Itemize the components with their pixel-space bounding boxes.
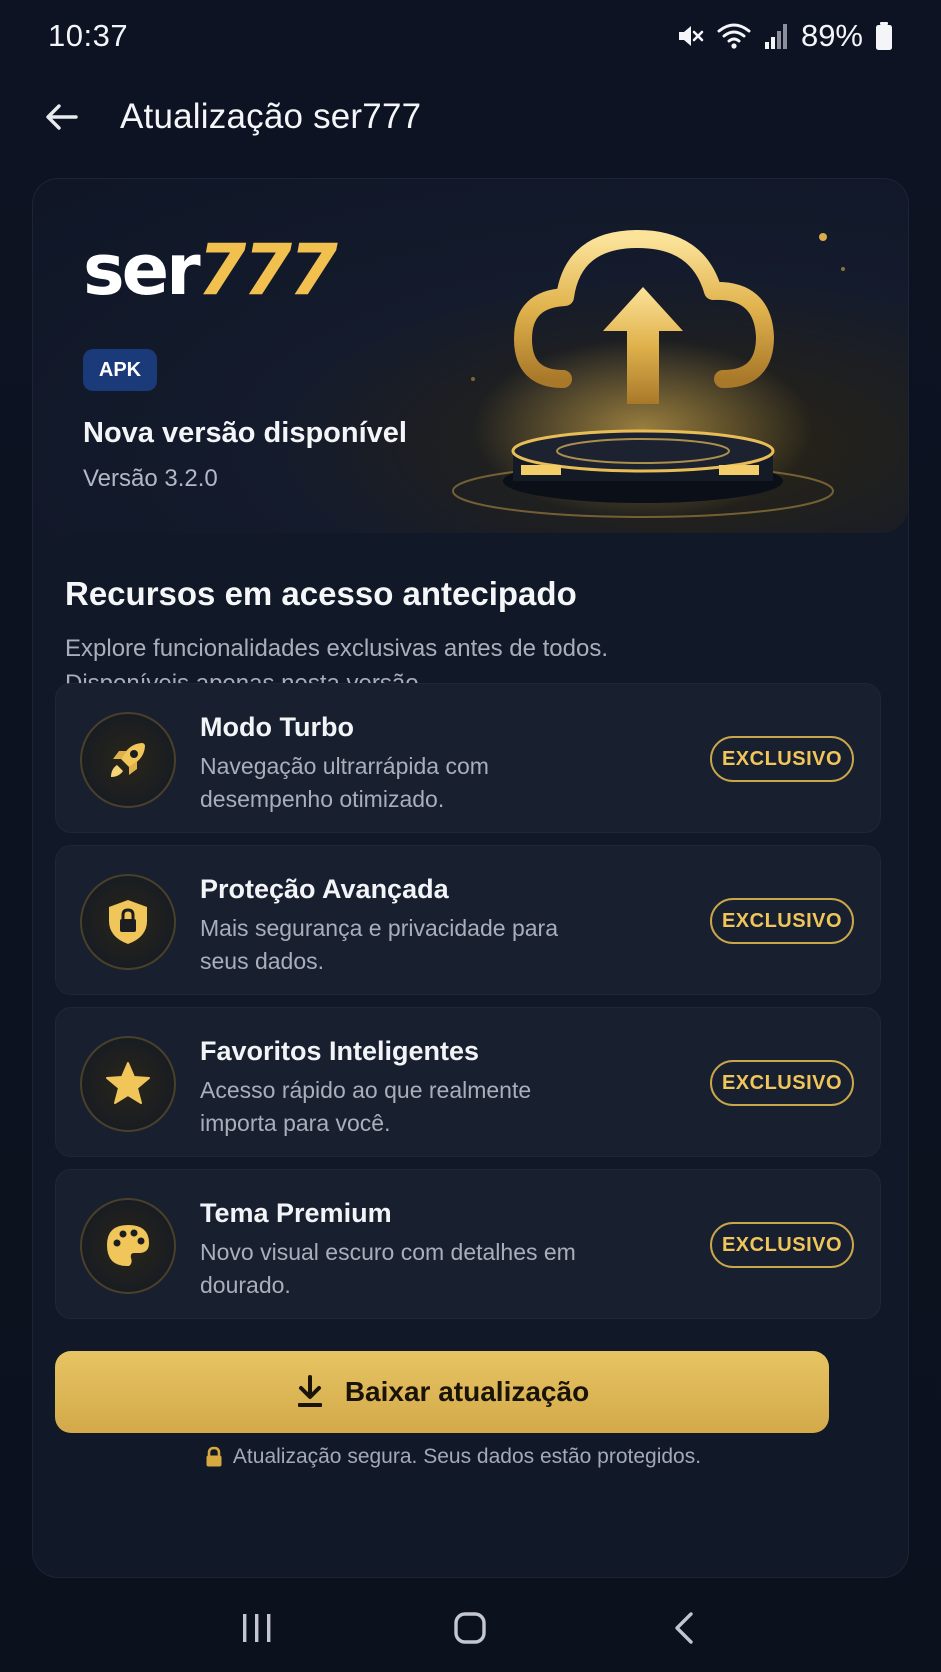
- brand-logo-number: 777: [197, 229, 338, 311]
- page-title: Atualização ser777: [120, 97, 422, 136]
- nav-back-button[interactable]: [654, 1598, 714, 1658]
- palette-icon: [80, 1198, 176, 1294]
- wifi-icon: [717, 21, 751, 51]
- exclusive-badge: EXCLUSIVO: [710, 736, 854, 782]
- update-screen: 10:37 89% Atualização ser777 ser777 APK …: [0, 0, 941, 1672]
- exclusive-badge: EXCLUSIVO: [710, 1060, 854, 1106]
- feature-title: Modo Turbo: [200, 712, 354, 742]
- battery-level: 89%: [800, 18, 863, 53]
- feature-description: Mais segurança e privacidade para seus d…: [200, 915, 558, 974]
- download-icon: [297, 1375, 322, 1407]
- status-bar: 10:37 89%: [0, 0, 941, 72]
- exclusive-badge: EXCLUSIVO: [710, 1222, 854, 1268]
- exclusive-badge: EXCLUSIVO: [710, 898, 854, 944]
- content-panel: ser777 APK Nova versão disponível Versão…: [32, 178, 909, 1578]
- download-button-label: Baixar atualização: [344, 1376, 590, 1407]
- shield-lock-icon: [80, 874, 176, 970]
- arrow-left-icon: [46, 104, 78, 130]
- chevron-left-icon: [675, 1612, 693, 1644]
- section-title: Recursos em acesso antecipado: [65, 575, 577, 612]
- star-icon: [80, 1036, 176, 1132]
- feature-description: Acesso rápido ao que realmente importa p…: [200, 1077, 532, 1136]
- apk-badge: APK: [83, 349, 157, 391]
- signal-icon: [763, 22, 789, 50]
- feature-title: Favoritos Inteligentes: [200, 1036, 480, 1066]
- recent-apps-button[interactable]: [227, 1598, 287, 1658]
- system-nav-bar: [0, 1584, 941, 1672]
- home-icon: [454, 1612, 487, 1644]
- feature-description: Navegação ultrarrápida com desempenho ot…: [200, 753, 489, 812]
- lock-icon: [206, 1446, 222, 1467]
- secure-note: Atualização segura. Seus dados estão pro…: [33, 1445, 873, 1469]
- app-bar: Atualização ser777: [0, 80, 941, 154]
- feature-card-theme[interactable]: Tema Premium Novo visual escuro com deta…: [55, 1169, 881, 1319]
- version-label: Versão 3.2.0: [83, 465, 218, 492]
- hero-banner: ser777 APK Nova versão disponível Versão…: [33, 179, 908, 533]
- recent-apps-icon: [242, 1614, 271, 1642]
- mute-icon: [675, 21, 705, 51]
- brand-logo: ser777: [83, 235, 338, 305]
- back-button[interactable]: [40, 95, 84, 139]
- feature-card-favorites[interactable]: Favoritos Inteligentes Acesso rápido ao …: [55, 1007, 881, 1157]
- feature-card-turbo[interactable]: Modo Turbo Navegação ultrarrápida com de…: [55, 683, 881, 833]
- status-time: 10:37: [48, 18, 129, 53]
- hero-title: Nova versão disponível: [83, 417, 407, 449]
- download-update-button[interactable]: Baixar atualização: [55, 1351, 829, 1433]
- rocket-icon: [80, 712, 176, 808]
- feature-title: Tema Premium: [200, 1198, 392, 1228]
- secure-note-text: Atualização segura. Seus dados estão pro…: [232, 1445, 702, 1468]
- section-description-line: Explore funcionalidades exclusivas antes…: [65, 635, 608, 662]
- brand-logo-text: ser: [83, 229, 201, 311]
- feature-title: Proteção Avançada: [200, 874, 449, 904]
- cloud-upload-icon: [452, 230, 845, 519]
- home-button[interactable]: [440, 1598, 500, 1658]
- status-icons: 89%: [675, 18, 893, 54]
- battery-icon: [875, 21, 893, 51]
- feature-card-protection[interactable]: Proteção Avançada Mais segurança e priva…: [55, 845, 881, 995]
- feature-description: Novo visual escuro com detalhes em doura…: [200, 1239, 576, 1298]
